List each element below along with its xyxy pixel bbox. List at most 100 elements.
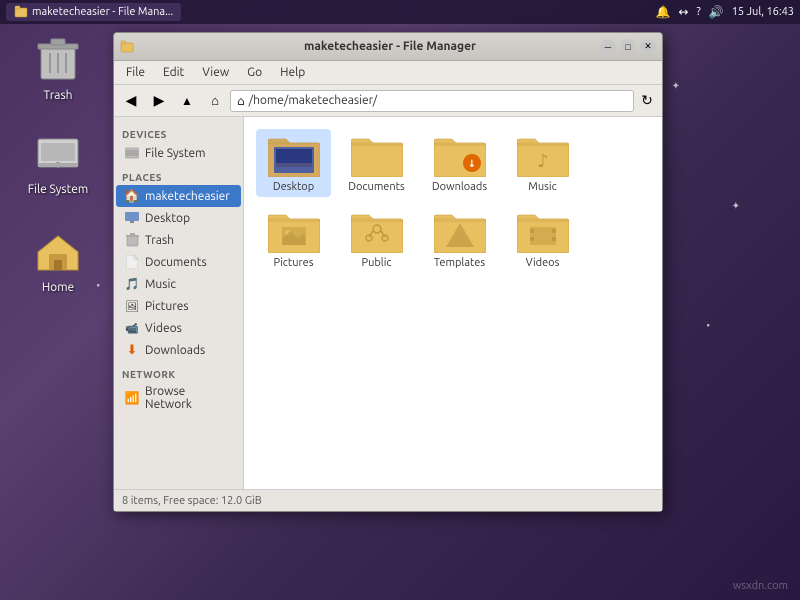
- music-folder-icon: ♪: [517, 133, 569, 177]
- sidebar-section-places: PLACES: [114, 168, 243, 185]
- documents-folder-icon: [351, 133, 403, 177]
- file-item-public[interactable]: Public: [339, 205, 414, 273]
- taskbar-right: 🔔 ↔ ? 🔊 15 Jul, 16:43: [655, 5, 794, 19]
- desktop-icon-trash[interactable]: Trash: [18, 36, 98, 103]
- sidebar-item-documents[interactable]: Documents: [116, 251, 241, 273]
- window-controls: ─ □ ✕: [600, 39, 656, 55]
- home-folder-icon: [35, 232, 81, 272]
- sidebar-downloads-label: Downloads: [145, 344, 205, 357]
- menu-file[interactable]: File: [118, 64, 153, 81]
- file-item-pictures[interactable]: Pictures: [256, 205, 331, 273]
- sidebar-item-music[interactable]: 🎵 Music: [116, 273, 241, 295]
- star-6: •: [96, 280, 100, 291]
- trash-sidebar-icon: [124, 232, 140, 248]
- documents-file-label: Documents: [348, 181, 405, 193]
- templates-file-label: Templates: [434, 257, 485, 269]
- sidebar-item-trash[interactable]: Trash: [116, 229, 241, 251]
- sidebar-desktop-label: Desktop: [145, 212, 190, 225]
- up-button[interactable]: ▲: [174, 88, 200, 114]
- star-3: ✦: [732, 200, 740, 212]
- templates-folder-icon: [434, 209, 486, 253]
- sidebar-trash-label: Trash: [145, 234, 174, 247]
- status-text: 8 items, Free space: 12.0 GiB: [122, 495, 262, 507]
- window-close-button[interactable]: ✕: [640, 39, 656, 55]
- downloads-folder-icon: ↓: [434, 133, 486, 177]
- file-item-music[interactable]: ♪ Music: [505, 129, 580, 197]
- videos-sidebar-icon: 📹: [124, 320, 140, 336]
- file-manager-window: maketecheasier - File Manager ─ □ ✕ File…: [113, 32, 663, 512]
- filesystem-icon: [36, 135, 80, 173]
- sidebar-item-videos[interactable]: 📹 Videos: [116, 317, 241, 339]
- window-minimize-button[interactable]: ─: [600, 39, 616, 55]
- file-item-desktop[interactable]: Desktop: [256, 129, 331, 197]
- filesystem-label: File System: [24, 182, 93, 197]
- window-title: maketecheasier - File Manager: [180, 40, 600, 53]
- taskbar-app-item[interactable]: maketecheasier - File Mana...: [6, 3, 181, 21]
- taskbar-left: maketecheasier - File Mana...: [6, 3, 181, 21]
- home-label: Home: [38, 280, 78, 295]
- videos-folder-icon: [517, 209, 569, 253]
- window-toolbar: ◀ ▶ ▲ ⌂ ⌂ /home/maketecheasier/ ↻: [114, 85, 662, 117]
- file-manager-taskbar-icon: [14, 5, 28, 19]
- public-file-label: Public: [362, 257, 392, 269]
- menu-help[interactable]: Help: [272, 64, 313, 81]
- pictures-file-label: Pictures: [274, 257, 314, 269]
- notification-icon[interactable]: 🔔: [655, 5, 670, 19]
- file-item-templates[interactable]: Templates: [422, 205, 497, 273]
- svg-text:♪: ♪: [537, 151, 549, 171]
- home-address-icon: ⌂: [237, 94, 245, 108]
- files-grid: Desktop Documents: [256, 129, 650, 273]
- taskbar: maketecheasier - File Mana... 🔔 ↔ ? 🔊 15…: [0, 0, 800, 24]
- window-menubar: File Edit View Go Help: [114, 61, 662, 85]
- filesystem-icon-graphic: [34, 130, 82, 178]
- home-button[interactable]: ⌂: [202, 88, 228, 114]
- desktop-sidebar-icon: [124, 210, 140, 226]
- file-item-downloads[interactable]: ↓ Downloads: [422, 129, 497, 197]
- sidebar-item-pictures[interactable]: 🖼 Pictures: [116, 295, 241, 317]
- desktop-folder-icon: [268, 133, 320, 177]
- desktop-file-label: Desktop: [273, 181, 314, 193]
- star-4: •: [706, 320, 710, 331]
- sidebar-network-label: Browse Network: [145, 385, 233, 411]
- sidebar-item-downloads[interactable]: ⬇ Downloads: [116, 339, 241, 361]
- help-icon: ?: [696, 6, 700, 18]
- downloads-sidebar-icon: ⬇: [124, 342, 140, 358]
- downloads-file-label: Downloads: [432, 181, 487, 193]
- sidebar-item-filesystem[interactable]: File System: [116, 142, 241, 164]
- window-left-pad: [120, 40, 180, 54]
- desktop-icon-home[interactable]: Home: [18, 228, 98, 295]
- desktop-icon-filesystem[interactable]: File System: [18, 130, 98, 197]
- menu-view[interactable]: View: [194, 64, 237, 81]
- network-icon: ↔: [678, 5, 688, 19]
- sidebar-item-home[interactable]: 🏠 maketecheasier: [116, 185, 241, 207]
- file-item-documents[interactable]: Documents: [339, 129, 414, 197]
- sidebar-item-desktop[interactable]: Desktop: [116, 207, 241, 229]
- menu-edit[interactable]: Edit: [155, 64, 192, 81]
- window-titlebar: maketecheasier - File Manager ─ □ ✕: [114, 33, 662, 61]
- sidebar-documents-label: Documents: [145, 256, 207, 269]
- sidebar-item-network[interactable]: 📶 Browse Network: [116, 382, 241, 414]
- file-item-videos[interactable]: Videos: [505, 205, 580, 273]
- address-text: /home/maketecheasier/: [249, 94, 378, 107]
- filesystem-sidebar-icon: [124, 145, 140, 161]
- pictures-sidebar-icon: 🖼: [124, 298, 140, 314]
- pictures-folder-icon: [268, 209, 320, 253]
- trash-label: Trash: [39, 88, 76, 103]
- datetime: 15 Jul, 16:43: [732, 6, 794, 18]
- sidebar: DEVICES File System PLACES 🏠 maketecheas…: [114, 117, 244, 489]
- main-content: Desktop Documents: [244, 117, 662, 489]
- window-maximize-button[interactable]: □: [620, 39, 636, 55]
- watermark: wsxdn.com: [733, 580, 788, 592]
- refresh-button[interactable]: ↻: [636, 90, 658, 112]
- home-sidebar-icon: 🏠: [124, 188, 140, 204]
- sidebar-videos-label: Videos: [145, 322, 182, 335]
- volume-icon[interactable]: 🔊: [709, 5, 724, 19]
- menu-go[interactable]: Go: [239, 64, 270, 81]
- svg-text:↓: ↓: [467, 158, 475, 169]
- taskbar-app-label: maketecheasier - File Mana...: [32, 6, 173, 18]
- address-bar[interactable]: ⌂ /home/maketecheasier/: [230, 90, 634, 112]
- forward-button[interactable]: ▶: [146, 88, 172, 114]
- back-button[interactable]: ◀: [118, 88, 144, 114]
- public-folder-icon: [351, 209, 403, 253]
- documents-sidebar-icon: [124, 254, 140, 270]
